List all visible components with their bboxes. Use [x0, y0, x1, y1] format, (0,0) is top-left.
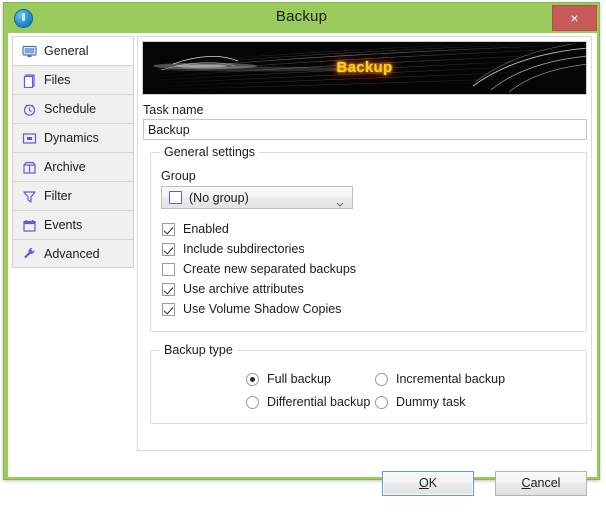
sidebar-item-files[interactable]: Files	[12, 65, 134, 94]
checkbox-box	[162, 222, 175, 236]
content-panel: Backup Task name General settings Group …	[137, 36, 592, 451]
general-settings-title: General settings	[160, 145, 260, 159]
sidebar-item-label: Schedule	[44, 102, 97, 116]
sidebar: General Files Schedule Dynamics Archive …	[12, 36, 134, 272]
checkbox-label: Use archive attributes	[183, 282, 304, 296]
sidebar-item-events[interactable]: Events	[12, 210, 134, 239]
checkbox-use-volume-shadow-copies[interactable]: Use Volume Shadow Copies	[162, 302, 341, 316]
monitor-icon	[22, 44, 37, 59]
checkbox-create-new-separated-backups[interactable]: Create new separated backups	[162, 262, 356, 276]
window-title: Backup	[275, 8, 328, 25]
banner: Backup	[142, 41, 587, 95]
checkbox-label: Include subdirectories	[183, 242, 305, 256]
radio-dummy-task[interactable]: Dummy task	[375, 395, 465, 409]
checkbox-box	[162, 262, 175, 276]
sidebar-item-label: Files	[44, 73, 71, 87]
dialog-body: General Files Schedule Dynamics Archive …	[8, 33, 597, 496]
dynamics-icon	[22, 131, 37, 146]
cancel-button-label: Cancel	[522, 476, 561, 490]
task-name-input[interactable]	[143, 119, 587, 140]
checkbox-box	[162, 282, 175, 296]
backup-type-group: Backup type Full backup Differential bac…	[150, 343, 587, 424]
sidebar-item-label: Advanced	[44, 246, 100, 261]
sidebar-item-advanced[interactable]: Advanced	[12, 239, 134, 268]
backup-type-title: Backup type	[160, 343, 237, 357]
radio-label: Full backup	[267, 372, 331, 386]
cancel-accel: C	[521, 476, 531, 490]
group-select-value: (No group)	[189, 190, 249, 205]
checkbox-box	[162, 302, 175, 316]
ok-accel: O	[418, 476, 429, 490]
sidebar-item-label: Dynamics	[44, 131, 99, 145]
group-square-icon	[169, 191, 182, 204]
checkbox-use-archive-attributes[interactable]: Use archive attributes	[162, 282, 304, 296]
radio-label: Differential backup	[267, 395, 371, 409]
group-select[interactable]: (No group)	[161, 186, 353, 209]
ok-button[interactable]: OK	[382, 471, 474, 496]
checkbox-label: Enabled	[183, 222, 229, 236]
sidebar-item-filter[interactable]: Filter	[12, 181, 134, 210]
sidebar-item-general[interactable]: General	[12, 36, 134, 65]
general-settings-group: General settings Group (No group) Enable…	[150, 145, 587, 332]
file-icon	[22, 73, 37, 88]
checkbox-enabled[interactable]: Enabled	[162, 222, 229, 236]
cancel-suffix: ancel	[530, 476, 561, 490]
radio-label: Dummy task	[396, 395, 466, 409]
sidebar-item-archive[interactable]: Archive	[12, 152, 134, 181]
chevron-down-icon	[336, 196, 344, 207]
sidebar-item-label: General	[44, 44, 89, 58]
radio-label: Incremental backup	[396, 372, 506, 386]
title-bar: Backup ×	[4, 3, 599, 33]
sidebar-item-dynamics[interactable]: Dynamics	[12, 123, 134, 152]
archive-icon	[22, 160, 37, 175]
calendar-icon	[22, 218, 37, 233]
backup-dialog-window: Backup × General Files Schedule Dynamics…	[3, 2, 600, 496]
checkbox-label: Use Volume Shadow Copies	[183, 302, 342, 316]
banner-title: Backup	[336, 59, 393, 76]
radio-circle	[246, 372, 259, 386]
group-label: Group	[161, 169, 196, 183]
sidebar-item-schedule[interactable]: Schedule	[12, 94, 134, 123]
radio-full-backup[interactable]: Full backup	[246, 372, 331, 386]
radio-circle	[375, 395, 388, 409]
task-name-label: Task name	[143, 103, 204, 117]
radio-incremental-backup[interactable]: Incremental backup	[375, 372, 505, 386]
cancel-button[interactable]: Cancel	[495, 471, 587, 496]
radio-circle	[246, 395, 259, 409]
ok-button-label: OK	[419, 476, 437, 490]
radio-circle	[375, 372, 388, 386]
checkbox-box	[162, 242, 175, 256]
radio-differential-backup[interactable]: Differential backup	[246, 395, 370, 409]
sidebar-item-label: Archive	[44, 160, 86, 174]
close-icon[interactable]: ×	[552, 5, 597, 31]
checkbox-include-subdirectories[interactable]: Include subdirectories	[162, 242, 305, 256]
sidebar-item-label: Filter	[44, 189, 72, 203]
funnel-icon	[22, 189, 37, 204]
sidebar-item-label: Events	[44, 218, 83, 232]
checkbox-label: Create new separated backups	[183, 262, 357, 276]
clock-icon	[22, 102, 37, 117]
ok-suffix: K	[428, 476, 438, 490]
wrench-icon	[22, 246, 37, 261]
